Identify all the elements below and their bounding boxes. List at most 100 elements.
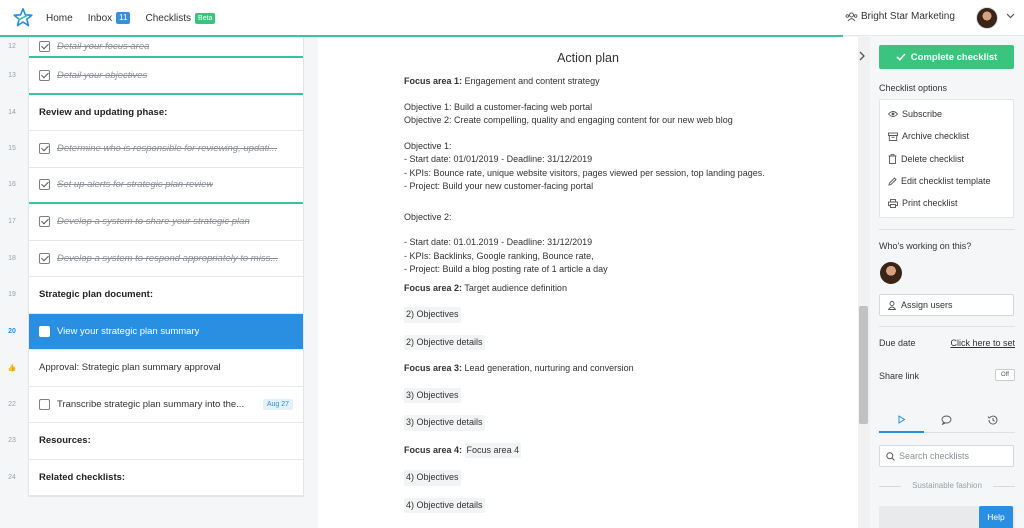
- task-number: 19: [8, 291, 16, 299]
- share-link-toggle[interactable]: Off: [995, 369, 1015, 381]
- comment-icon: [942, 415, 952, 425]
- nav-home[interactable]: Home: [46, 13, 73, 24]
- play-icon: [898, 415, 906, 424]
- set-due-date-link[interactable]: Click here to set: [950, 338, 1015, 348]
- search-checklists-input[interactable]: [899, 451, 1009, 461]
- search-icon: [886, 451, 895, 461]
- objective-dates: - Start date: 01.01.2019 - Deadline: 31/…: [404, 237, 593, 247]
- activity-tabs: [879, 407, 1015, 433]
- search-checklists-box[interactable]: [879, 445, 1014, 467]
- objective-summary: Objective 1: Build a customer-facing web…: [404, 101, 593, 112]
- subscribe-option[interactable]: Subscribe: [880, 103, 1013, 125]
- focus-area-value: Focus area 4: [464, 442, 522, 458]
- pencil-icon: [888, 176, 897, 186]
- users-group-icon: [845, 12, 858, 21]
- task-checkbox[interactable]: [39, 69, 50, 81]
- tab-activity[interactable]: [879, 407, 925, 433]
- working-on-title: Who's working on this?: [879, 241, 972, 251]
- task-row-approval[interactable]: 👍 Approval: Strategic plan summary appro…: [8, 350, 303, 387]
- task-number: 15: [8, 145, 16, 153]
- task-row-16[interactable]: 16 Set up alerts for strategic plan revi…: [8, 168, 303, 204]
- task-checkbox[interactable]: [39, 179, 50, 191]
- objective-heading: Objective 1:: [404, 140, 452, 151]
- edit-template-option[interactable]: Edit checklist template: [880, 170, 1013, 192]
- task-number: 14: [8, 108, 16, 116]
- checklist-options-title: Checklist options: [879, 83, 948, 93]
- task-number: 17: [8, 218, 16, 226]
- objective-project: - Project: Build a blog posting rate of …: [404, 264, 608, 274]
- user-icon: [888, 300, 896, 310]
- task-checkbox[interactable]: [39, 143, 50, 155]
- focus-area-3: Focus area 3: Lead generation, nurturing…: [404, 362, 774, 376]
- objective-kpis: - KPIs: Backlinks, Google ranking, Bounc…: [404, 250, 594, 261]
- complete-checklist-button[interactable]: Complete checklist: [879, 45, 1014, 69]
- task-number: 24: [8, 473, 16, 481]
- chevron-right-icon[interactable]: [855, 48, 869, 64]
- objective-project: - Project: Build your new customer-facin…: [404, 181, 594, 191]
- task-row-17[interactable]: 17 Develop a system to share your strate…: [8, 204, 303, 241]
- section-heading-label: Related checklists:: [39, 471, 126, 483]
- section-heading-label: Resources:: [39, 435, 91, 447]
- content-scrollbar-track[interactable]: [858, 37, 870, 528]
- section-heading-review[interactable]: 14 Review and updating phase:: [8, 95, 303, 131]
- eye-icon: [888, 111, 898, 118]
- focus-area-2: Focus area 2: Target audience definition: [404, 282, 774, 296]
- focus-area-value: Lead generation, nurturing and conversio…: [464, 363, 634, 373]
- form-field-chip: 3) Objective details: [404, 415, 774, 431]
- archive-checklist-option[interactable]: Archive checklist: [880, 125, 1013, 147]
- objectives-chip: 3) Objectives: [404, 387, 461, 403]
- task-checkbox[interactable]: [39, 252, 50, 264]
- organization-switcher[interactable]: Bright Star Marketing: [845, 11, 955, 22]
- task-label: Transcribe strategic plan summary into t…: [57, 398, 245, 410]
- task-row-18[interactable]: 18 Develop a system to respond appropria…: [8, 241, 303, 277]
- task-number: 18: [8, 254, 16, 262]
- task-checkbox[interactable]: [39, 216, 50, 228]
- task-row-20-active[interactable]: 20 View your strategic plan summary: [8, 313, 303, 350]
- archive-icon: [888, 132, 898, 141]
- task-number: 16: [8, 181, 16, 189]
- option-label: Edit checklist template: [901, 176, 991, 187]
- task-row-13[interactable]: 13 Detail your objectives: [8, 58, 303, 95]
- nav-inbox-label: Inbox: [87, 12, 113, 24]
- section-heading-related[interactable]: 24 Related checklists:: [8, 460, 303, 496]
- task-label: Detail your objectives: [57, 69, 148, 81]
- assign-users-button[interactable]: Assign users: [879, 294, 1014, 316]
- task-label: Develop a system to respond appropriatel…: [57, 252, 279, 264]
- objective-details-chip: 4) Objective details: [404, 497, 485, 513]
- nav-home-label: Home: [46, 12, 73, 24]
- focus-area-value: Engagement and content strategy: [464, 76, 600, 86]
- help-button[interactable]: Help: [979, 506, 1013, 528]
- print-checklist-option[interactable]: Print checklist: [880, 192, 1013, 214]
- task-number: 13: [8, 71, 16, 79]
- nav-inbox[interactable]: Inbox 11: [88, 12, 131, 24]
- task-row-22[interactable]: 22 Transcribe strategic plan summary int…: [8, 387, 303, 423]
- task-row-12[interactable]: 12 Detail your focus area: [8, 37, 303, 58]
- tab-history[interactable]: [970, 407, 1015, 432]
- thumbs-up-icon: 👍: [7, 364, 17, 372]
- task-checkbox[interactable]: [39, 398, 50, 410]
- nav-checklists[interactable]: Checklists Beta: [145, 12, 216, 24]
- objective-heading: Objective 2:: [404, 211, 452, 222]
- nav-checklists-label: Checklists: [145, 12, 192, 24]
- logo-star-icon[interactable]: [12, 7, 34, 29]
- form-field-chip: 2) Objectives: [404, 307, 774, 323]
- task-list: 12 Detail your focus area 13 Detail your…: [8, 37, 304, 497]
- assignee-avatar[interactable]: [880, 262, 902, 284]
- user-avatar[interactable]: [976, 7, 998, 29]
- task-checkbox[interactable]: [39, 325, 50, 337]
- document-body: Focus area 1: Engagement and content str…: [404, 75, 774, 513]
- delete-checklist-option[interactable]: Delete checklist: [880, 148, 1013, 170]
- task-row-15[interactable]: 15 Determine who is responsible for revi…: [8, 131, 303, 168]
- document-title: Action plan: [557, 51, 619, 65]
- task-label: Develop a system to share your strategic…: [57, 216, 250, 228]
- task-checkbox[interactable]: [39, 41, 50, 52]
- content-scrollbar-thumb[interactable]: [859, 306, 868, 424]
- section-heading-document[interactable]: 19 Strategic plan document:: [8, 277, 303, 314]
- section-heading-resources[interactable]: 23 Resources:: [8, 423, 303, 460]
- task-label: Determine who is responsible for reviewi…: [57, 143, 278, 155]
- form-field-chip: 2) Objective details: [404, 334, 774, 350]
- chevron-down-icon[interactable]: [1006, 13, 1015, 19]
- tab-comments[interactable]: [924, 407, 969, 432]
- objectives-chip: 2) Objectives: [404, 307, 461, 323]
- objective-details-chip: 2) Objective details: [404, 334, 485, 350]
